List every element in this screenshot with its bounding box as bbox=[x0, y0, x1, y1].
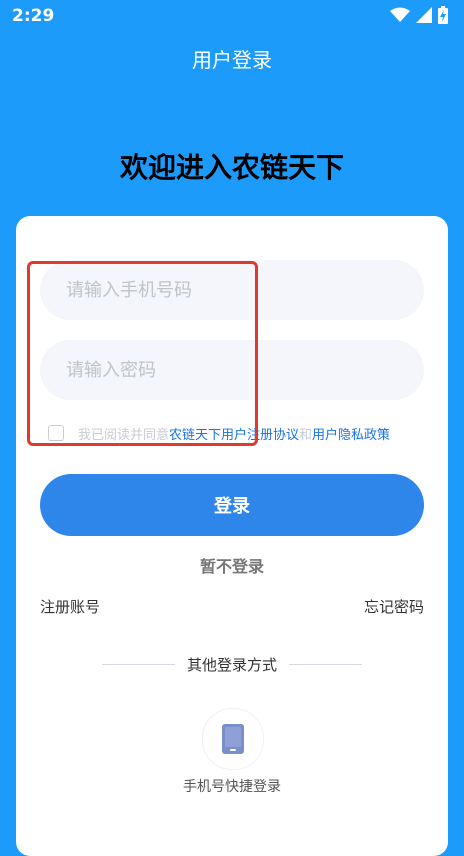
phone-input[interactable] bbox=[40, 260, 424, 320]
signal-icon bbox=[416, 7, 432, 23]
page-title: 用户登录 bbox=[192, 48, 272, 72]
status-bar: 2:29 bbox=[0, 0, 464, 32]
login-button[interactable]: 登录 bbox=[40, 474, 424, 536]
agreement-row: 我已阅读并同意 农链天下用户注册协议 和 用户隐私政策 bbox=[48, 422, 448, 444]
login-card: 我已阅读并同意 农链天下用户注册协议 和 用户隐私政策 登录 暂不登录 注册账号… bbox=[16, 216, 448, 856]
register-link[interactable]: 注册账号 bbox=[40, 596, 100, 617]
phone-device-icon bbox=[222, 724, 244, 754]
welcome-heading: 欢迎进入农链天下 bbox=[119, 151, 344, 184]
phone-quick-login-button[interactable] bbox=[202, 708, 264, 770]
skip-login-link[interactable]: 暂不登录 bbox=[16, 553, 448, 577]
status-icons bbox=[390, 6, 448, 24]
other-methods-divider: 其他登录方式 bbox=[102, 654, 363, 674]
status-time: 2:29 bbox=[12, 6, 55, 26]
privacy-policy-link[interactable]: 用户隐私政策 bbox=[312, 424, 390, 443]
agreement-prefix: 我已阅读并同意 bbox=[78, 427, 170, 443]
password-input[interactable] bbox=[40, 340, 424, 400]
agreement-and: 和 bbox=[299, 427, 313, 443]
other-methods-label: 其他登录方式 bbox=[187, 655, 278, 674]
forgot-password-link[interactable]: 忘记密码 bbox=[364, 596, 424, 617]
agreement-checkbox[interactable] bbox=[48, 425, 64, 441]
divider-line-right bbox=[289, 663, 363, 665]
battery-icon bbox=[438, 6, 448, 24]
user-agreement-link[interactable]: 农链天下用户注册协议 bbox=[169, 424, 299, 443]
wifi-icon bbox=[390, 7, 410, 22]
divider-line-left bbox=[102, 663, 175, 665]
phone-quick-login-label[interactable]: 手机号快捷登录 bbox=[16, 776, 448, 796]
